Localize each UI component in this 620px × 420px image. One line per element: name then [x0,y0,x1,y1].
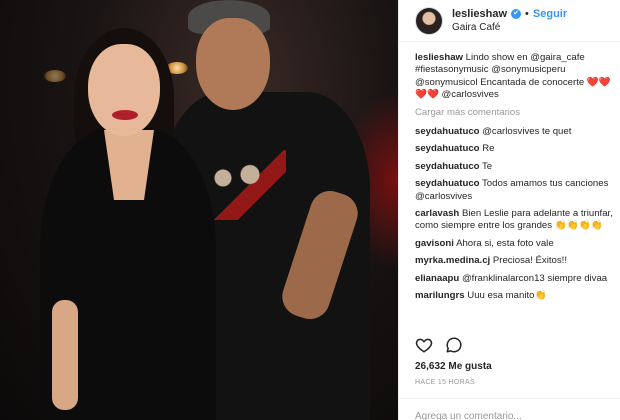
verified-badge-icon: ✔ [511,8,522,19]
woman-arm [52,300,78,410]
comment-item: seydahuatuco Re [415,143,615,155]
comment-username[interactable]: gavisoni [415,238,454,249]
comment-username[interactable]: seydahuatuco [415,143,480,154]
header-text: leslieshaw ✔ • Seguir Gaira Café [452,7,567,35]
heart-icon[interactable] [415,336,433,354]
likes-count[interactable]: 26,632 Me gusta [415,361,492,372]
caption-username[interactable]: leslieshaw [415,52,463,63]
woman-face [88,44,160,136]
comment-username[interactable]: marilungrs [415,290,465,301]
post-sidebar: leslieshaw ✔ • Seguir Gaira Café leslies… [398,0,620,420]
post-header: leslieshaw ✔ • Seguir Gaira Café [399,0,620,42]
avatar[interactable] [415,6,443,35]
comment-text: Ahora si, esta foto vale [456,237,554,249]
comment-username[interactable]: carlavash [415,208,459,219]
separator-dot: • [525,7,529,20]
comment-item: elianaapu @franklinalarcon13 siempre div… [415,273,615,285]
add-comment-input[interactable] [415,411,605,420]
post-photo[interactable] [0,0,398,420]
comment-item: seydahuatuco @carlosvives te quet [415,126,615,138]
comment-icon[interactable] [445,336,463,354]
comment-username[interactable]: seydahuatuco [415,161,480,172]
comment-text: Re [482,143,495,155]
caption: leslieshaw Lindo show en @gaira_cafe #fi… [415,52,615,102]
comment-username[interactable]: seydahuatuco [415,178,480,189]
comment-username[interactable]: myrka.medina.cj [415,255,490,266]
header-row: leslieshaw ✔ • Seguir [452,7,567,21]
ceiling-lamp [44,70,66,82]
comment-text: Preciosa! Éxitos!! [492,255,567,267]
author-username[interactable]: leslieshaw [452,7,507,21]
location-link[interactable]: Gaira Café [452,21,567,35]
comment-item: seydahuatuco Te [415,161,615,173]
comment-text: @carlosvives te quet [482,126,572,138]
post-timestamp: HACE 15 HORAS [415,379,475,386]
comment-item: carlavash Bien Leslie para adelante a tr… [415,208,615,233]
comment-username[interactable]: seydahuatuco [415,126,480,137]
comment-text: Te [482,160,493,172]
comment-item: gavisoni Ahora si, esta foto vale [415,238,615,250]
comments-list[interactable]: leslieshaw Lindo show en @gaira_cafe #fi… [415,52,615,330]
comment-item: marilungrs Uuu esa manito👏 [415,290,615,302]
follow-button[interactable]: Seguir [533,7,567,21]
man-face [196,18,270,110]
post-actions [415,336,463,354]
comment-item: seydahuatuco Todos amamos tus canciones … [415,178,615,203]
woman-lips [112,110,138,120]
add-comment-bar [399,398,620,420]
comment-text: Uuu esa manito👏 [467,290,547,302]
comment-item: myrka.medina.cj Preciosa! Éxitos!! [415,255,615,267]
load-more-comments-button[interactable]: Cargar más comentarios [415,107,615,119]
comment-username[interactable]: elianaapu [415,273,459,284]
comment-text: @franklinalarcon13 siempre divaa [461,272,608,284]
